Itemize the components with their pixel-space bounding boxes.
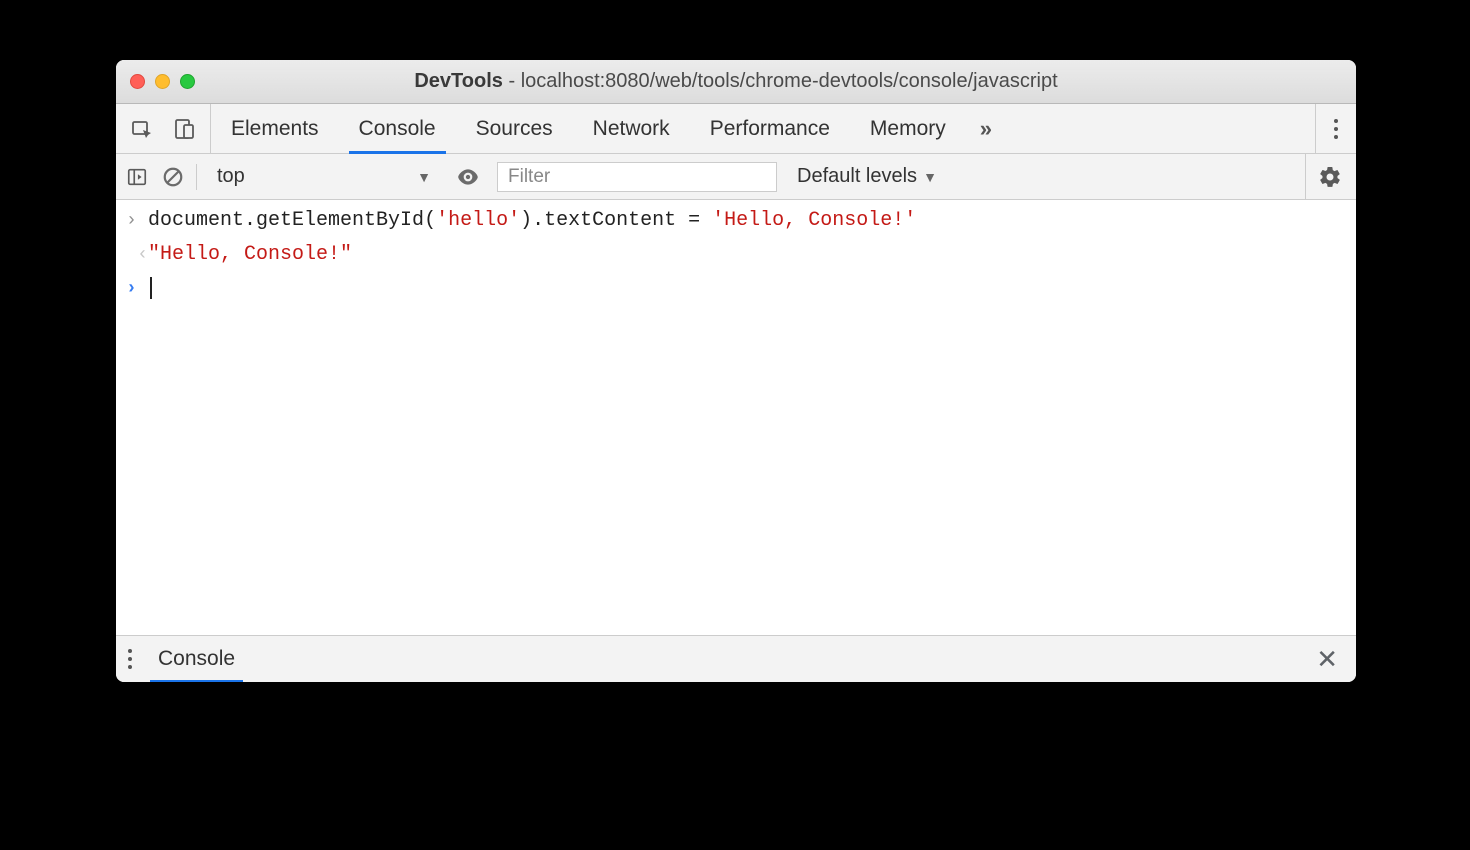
console-prompt[interactable] [148, 272, 152, 306]
text-cursor [150, 277, 152, 299]
window-title: DevTools - localhost:8080/web/tools/chro… [116, 70, 1356, 93]
context-selector[interactable]: top ▼ [209, 163, 439, 190]
toggle-sidebar-icon[interactable] [126, 166, 148, 188]
main-tabbar: Elements Console Sources Network Perform… [116, 104, 1356, 154]
titlebar: DevTools - localhost:8080/web/tools/chro… [116, 60, 1356, 104]
context-value: top [217, 165, 245, 188]
inspect-controls [116, 104, 211, 153]
close-window-button[interactable] [130, 74, 145, 89]
filter-input[interactable] [497, 162, 777, 192]
log-levels-dropdown[interactable]: Default levels ▼ [797, 165, 937, 188]
tab-memory[interactable]: Memory [850, 104, 966, 153]
console-command: document.getElementById('hello').textCon… [148, 204, 916, 238]
tabs-overflow-button[interactable]: » [966, 104, 1006, 153]
title-prefix: DevTools [414, 70, 503, 92]
chevron-down-icon: ▼ [923, 169, 937, 185]
drawer-menu-icon[interactable] [128, 649, 132, 669]
input-marker-icon: › [126, 204, 148, 237]
console-result-row: › "Hello, Console!" [116, 238, 1356, 272]
tab-elements[interactable]: Elements [211, 104, 339, 153]
console-prompt-row[interactable]: › [116, 272, 1356, 306]
kebab-icon [1334, 119, 1338, 139]
console-input-row: › document.getElementById('hello').textC… [116, 204, 1356, 238]
console-output[interactable]: › document.getElementById('hello').textC… [116, 200, 1356, 635]
window-controls [116, 74, 195, 89]
console-toolbar: top ▼ Default levels ▼ [116, 154, 1356, 200]
drawer-tab-console[interactable]: Console [150, 636, 243, 682]
main-menu-button[interactable] [1315, 104, 1356, 153]
close-drawer-icon[interactable]: ✕ [1310, 644, 1344, 675]
result-marker-icon: › [126, 238, 148, 271]
minimize-window-button[interactable] [155, 74, 170, 89]
prompt-marker-icon: › [126, 272, 148, 305]
tab-sources[interactable]: Sources [456, 104, 573, 153]
tab-performance[interactable]: Performance [690, 104, 850, 153]
inspect-element-icon[interactable] [130, 117, 154, 141]
console-settings-icon[interactable] [1305, 154, 1346, 199]
maximize-window-button[interactable] [180, 74, 195, 89]
console-result: "Hello, Console!" [148, 238, 352, 272]
tab-network[interactable]: Network [573, 104, 690, 153]
device-toolbar-icon[interactable] [172, 117, 196, 141]
levels-label: Default levels [797, 165, 917, 188]
toolbar-divider [196, 164, 197, 190]
drawer: Console ✕ [116, 635, 1356, 682]
title-path: localhost:8080/web/tools/chrome-devtools… [521, 70, 1058, 92]
tab-console[interactable]: Console [339, 104, 456, 153]
live-expression-icon[interactable] [455, 164, 481, 190]
devtools-window: DevTools - localhost:8080/web/tools/chro… [116, 60, 1356, 682]
chevron-down-icon: ▼ [417, 169, 431, 185]
clear-console-icon[interactable] [162, 166, 184, 188]
panel-tabs: Elements Console Sources Network Perform… [211, 104, 966, 153]
